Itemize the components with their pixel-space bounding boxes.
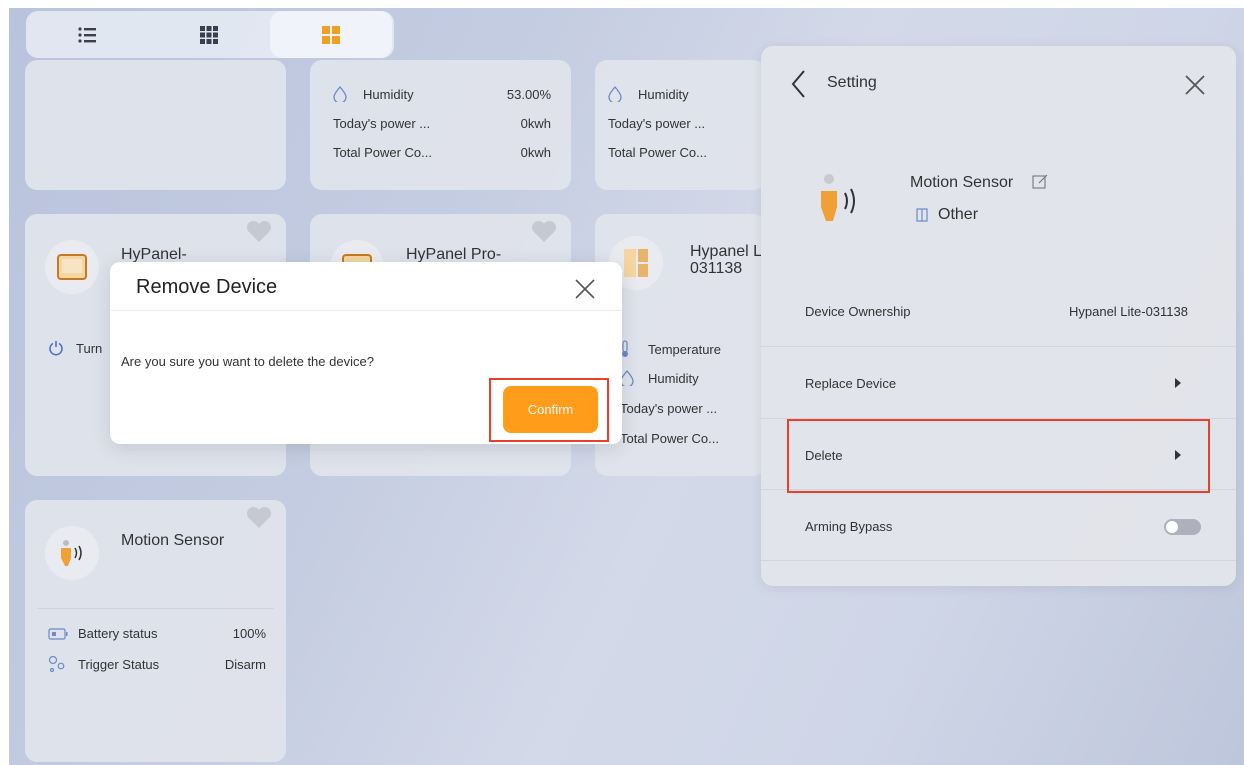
arming-bypass-row: Arming Bypass: [761, 489, 1236, 559]
row-label: Today's power ...: [333, 116, 431, 131]
close-icon[interactable]: [572, 276, 598, 302]
hypanel-lite-icon: [624, 249, 648, 277]
row-label: Total Power Co...: [620, 431, 719, 446]
panel-title: Setting: [827, 74, 877, 91]
row-label: Today's power ...: [608, 116, 706, 131]
delete-highlight-box: [787, 419, 1210, 493]
card-divider: [37, 608, 274, 609]
view-switcher: [26, 11, 394, 58]
row-value: 0kwh: [520, 116, 551, 131]
row-label: Device Ownership: [805, 304, 911, 319]
remove-device-dialog: Remove Device Are you sure you want to d…: [110, 262, 622, 444]
motion-sensor-icon: [821, 174, 855, 221]
back-icon[interactable]: [789, 68, 809, 100]
row-label: Humidity: [363, 86, 414, 102]
row-value: 53.00%: [506, 86, 551, 102]
list-item: Total Power Co...: [620, 431, 719, 446]
row-label: Humidity: [648, 370, 699, 386]
confirm-highlight-box: [489, 378, 609, 442]
list-item: Total Power Co... 0kwh: [333, 145, 551, 160]
row-label: Total Power Co...: [608, 145, 707, 160]
humidity-icon: [608, 86, 622, 102]
list-icon: [78, 26, 96, 43]
grid-large-icon: [322, 25, 340, 44]
grid-small-icon: [200, 25, 218, 44]
battery-icon: [48, 627, 68, 640]
trigger-icon: [48, 655, 65, 673]
arming-bypass-toggle[interactable]: [1164, 519, 1201, 535]
row-label: Trigger Status: [78, 656, 160, 672]
dialog-message: Are you sure you want to delete the devi…: [121, 354, 374, 369]
row-label: Humidity: [638, 86, 689, 102]
device-avatar: [45, 526, 99, 580]
device-card-top-left[interactable]: [25, 60, 286, 190]
row-value: Hypanel Lite-031138: [1068, 304, 1188, 319]
list-item: Humidity 53.00%: [333, 86, 551, 102]
row-label: Battery status: [78, 626, 158, 641]
toggle-knob: [1166, 521, 1178, 533]
close-icon[interactable]: [1182, 72, 1208, 98]
list-item: Humidity: [620, 370, 699, 386]
list-item: Temperature: [620, 340, 721, 358]
device-name: Motion Sensor: [910, 174, 1014, 191]
list-item: Battery status 100%: [48, 626, 266, 641]
row-label: Today's power ...: [620, 401, 718, 416]
heart-icon[interactable]: [246, 506, 272, 530]
card-title: Hypanel L: [690, 243, 763, 260]
card-subtitle: 031138: [690, 260, 743, 277]
humidity-icon: [333, 86, 347, 102]
device-ownership-row: Device Ownership Hypanel Lite-031138: [761, 276, 1236, 346]
left-strip: [0, 0, 9, 765]
humidity-icon: [620, 370, 634, 386]
row-value: 0kwh: [520, 145, 551, 160]
dialog-title: Remove Device: [136, 276, 278, 298]
device-card-top-right[interactable]: Humidity Today's power ... Total Power C…: [595, 60, 765, 190]
card-title: Motion Sensor: [121, 532, 225, 549]
device-card-top-mid[interactable]: Humidity 53.00% Today's power ... 0kwh T…: [310, 60, 571, 190]
power-icon: [49, 341, 63, 356]
heart-icon[interactable]: [531, 220, 557, 244]
list-item: Turn: [48, 340, 102, 356]
row-label: Temperature: [648, 341, 721, 357]
small-grid-view-button[interactable]: [148, 11, 270, 58]
chevron-right-icon: [1175, 378, 1181, 388]
list-item: Today's power ... 0kwh: [333, 116, 551, 131]
panel-divider: [761, 560, 1236, 561]
list-item: Today's power ...: [608, 116, 705, 131]
device-room: Other: [938, 206, 979, 223]
list-item: Total Power Co...: [608, 145, 707, 160]
list-view-button[interactable]: [26, 11, 148, 58]
list-item: Trigger Status Disarm: [48, 655, 266, 673]
row-label: Arming Bypass: [805, 519, 893, 534]
list-item: Today's power ...: [620, 401, 717, 416]
settings-panel: Setting Motion Sensor Other Device Owner…: [761, 46, 1236, 586]
row-label: Turn: [76, 340, 103, 356]
row-label: Total Power Co...: [333, 145, 432, 160]
hypanel-icon: [57, 254, 87, 280]
row-value: Disarm: [224, 656, 266, 672]
device-card-motion-sensor[interactable]: Motion Sensor Battery status 100% Trigge…: [25, 500, 286, 762]
row-label: Replace Device: [805, 376, 897, 391]
top-strip: [0, 0, 1244, 8]
replace-device-row[interactable]: Replace Device: [761, 346, 1236, 416]
large-grid-view-button[interactable]: [270, 11, 392, 58]
row-value: 100%: [232, 626, 266, 641]
edit-icon[interactable]: [1032, 173, 1049, 190]
device-avatar: [45, 240, 99, 294]
dialog-divider: [110, 310, 622, 311]
heart-icon[interactable]: [246, 220, 272, 244]
list-item: Humidity: [608, 86, 758, 102]
motion-sensor-icon: [61, 540, 82, 566]
room-icon: [916, 208, 928, 222]
